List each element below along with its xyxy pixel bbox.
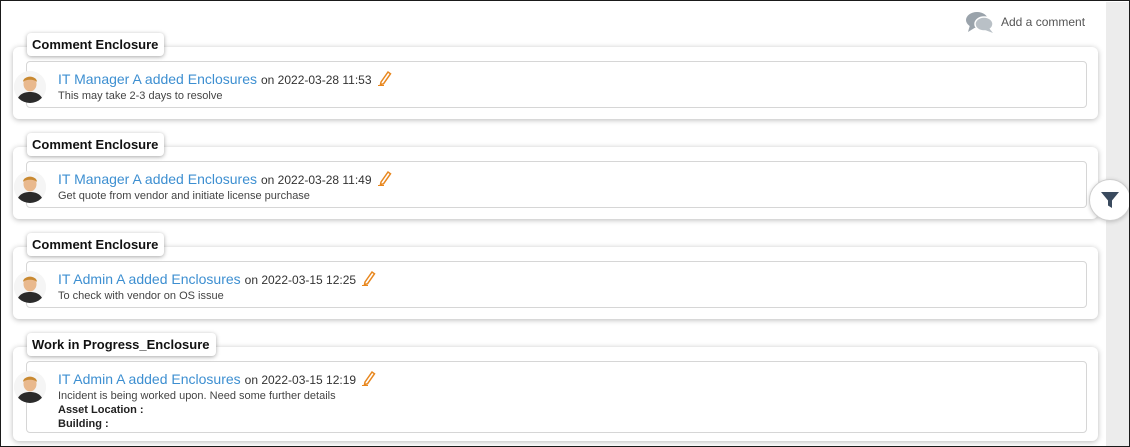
entry-body: IT Manager A added Enclosures on 2022-03…	[14, 161, 1087, 208]
entry-header: IT Admin A added Enclosures on 2022-03-1…	[58, 368, 376, 387]
entry-header: IT Manager A added Enclosures on 2022-03…	[58, 68, 392, 87]
entry-header: IT Admin A added Enclosures on 2022-03-1…	[58, 268, 376, 287]
user-avatar-icon	[14, 271, 46, 303]
entry-timestamp: on 2022-03-28 11:53	[260, 73, 372, 87]
activity-entry: Work in Progress_Enclosure IT Admin A ad…	[13, 333, 1098, 441]
scrollbar-track[interactable]	[1106, 2, 1129, 446]
entry-timestamp: on 2022-03-15 12:19	[244, 373, 357, 387]
filter-button[interactable]	[1089, 179, 1129, 221]
entry-type-tag: Work in Progress_Enclosure	[27, 333, 216, 356]
activity-entry: Comment Enclosure IT Admin A added Enclo…	[13, 233, 1098, 319]
entry-timestamp: on 2022-03-15 12:25	[244, 273, 357, 287]
pencil-icon[interactable]	[377, 170, 392, 186]
entry-header: IT Manager A added Enclosures on 2022-03…	[58, 168, 392, 187]
entry-timestamp: on 2022-03-28 11:49	[260, 173, 372, 187]
entry-type-tag: Comment Enclosure	[27, 133, 165, 156]
entry-body: IT Admin A added Enclosures on 2022-03-1…	[14, 261, 1087, 308]
entry-body: IT Manager A added Enclosures on 2022-03…	[14, 61, 1087, 108]
author-action-link[interactable]: IT Manager A added Enclosures	[58, 71, 257, 87]
entry-type-tag: Comment Enclosure	[27, 33, 165, 56]
entry-comment-text: This may take 2-3 days to resolve	[58, 90, 223, 102]
author-action-link[interactable]: IT Admin A added Enclosures	[58, 371, 241, 387]
entry-type-tag: Comment Enclosure	[27, 233, 165, 256]
activity-entry: Comment Enclosure IT Manager A added Enc…	[13, 33, 1098, 119]
asset-location-field: Asset Location :	[58, 404, 144, 416]
window-frame: Add a comment Comment Enclosure IT Manag…	[0, 0, 1130, 447]
add-comment-label: Add a comment	[1001, 15, 1086, 29]
chat-bubbles-icon	[966, 12, 994, 33]
filter-icon	[1101, 192, 1119, 208]
activity-entry: Comment Enclosure IT Manager A added Enc…	[13, 133, 1098, 219]
entry-comment-text: Incident is being worked upon. Need some…	[58, 390, 336, 402]
pencil-icon[interactable]	[377, 70, 392, 86]
user-avatar-icon	[14, 371, 46, 403]
pencil-icon[interactable]	[362, 370, 376, 386]
entry-body: IT Admin A added Enclosures on 2022-03-1…	[14, 361, 1087, 433]
user-avatar-icon	[14, 71, 46, 103]
entry-comment-text: To check with vendor on OS issue	[58, 290, 224, 302]
author-action-link[interactable]: IT Manager A added Enclosures	[58, 171, 257, 187]
building-field: Building :	[58, 418, 109, 430]
pencil-icon[interactable]	[362, 270, 376, 286]
entry-comment-text: Get quote from vendor and initiate licen…	[58, 190, 310, 202]
author-action-link[interactable]: IT Admin A added Enclosures	[58, 271, 241, 287]
user-avatar-icon	[14, 171, 46, 203]
add-comment-button[interactable]: Add a comment	[965, 9, 1085, 35]
